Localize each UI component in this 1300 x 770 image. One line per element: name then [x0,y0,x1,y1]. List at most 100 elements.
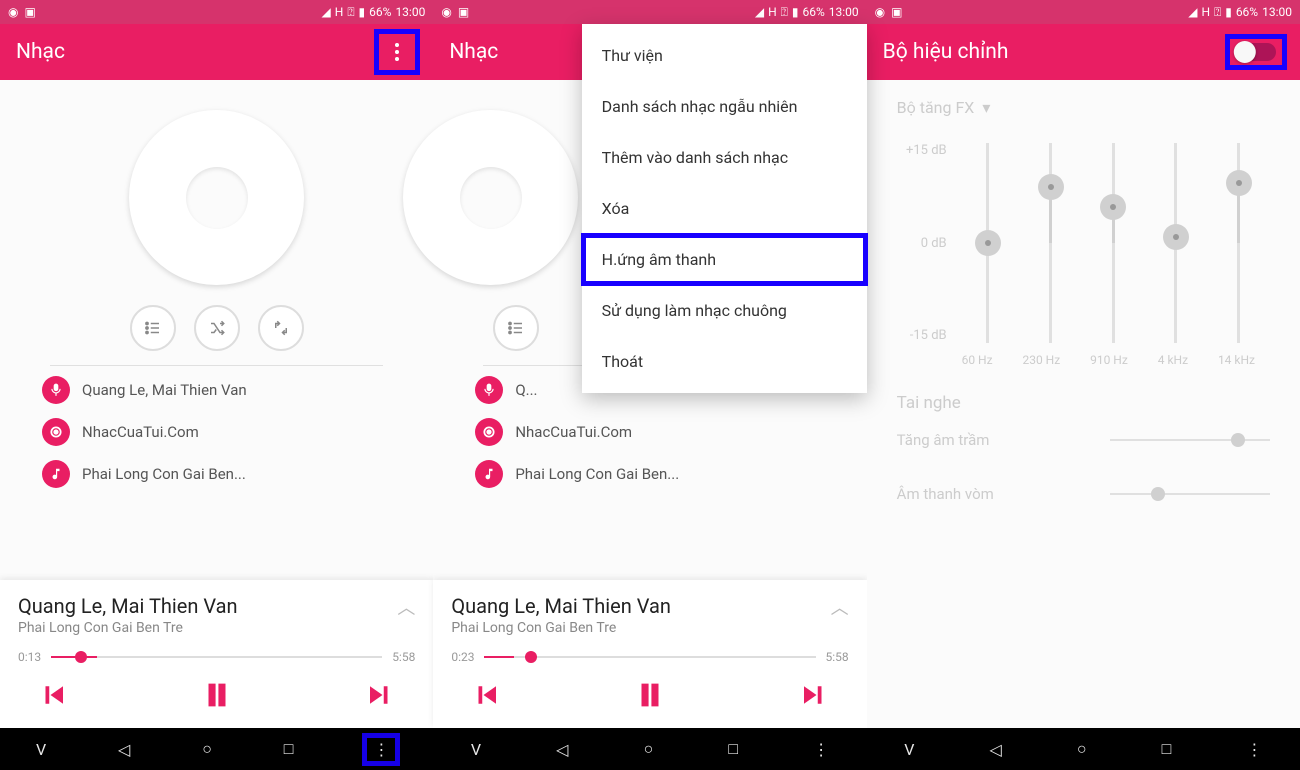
nav-down-icon[interactable]: V [471,740,481,759]
nav-bar: V ◁ ○ □ ⋮ [867,728,1300,770]
app-title: Nhạc [16,40,65,64]
app-bar: Bộ hiệu chỉnh [867,24,1300,80]
nav-more-icon[interactable]: ⋮ [1246,740,1262,759]
clock: 13:00 [1262,5,1292,19]
menu-shuffle-playlist[interactable]: Danh sách nhạc ngẫu nhiên [582,81,867,132]
signal-icon: ◢ [1188,5,1197,19]
music-note-icon [475,460,503,488]
nav-home-icon[interactable]: ○ [202,739,212,759]
pause-button[interactable] [633,678,667,716]
nav-recent-icon[interactable]: □ [728,739,738,759]
artist-label: Quang Le, Mai Thien Van [82,381,247,399]
app-title: Bộ hiệu chỉnh [883,40,1009,64]
options-menu: Thư viện Danh sách nhạc ngẫu nhiên Thêm … [582,24,867,393]
source-label: NhacCuaTui.Com [515,423,632,441]
spinner-icon: ◉ [8,5,18,19]
nav-recent-icon[interactable]: □ [284,739,294,759]
eq-frequencies: 60 Hz230 Hz910 Hz4 kHz14 kHz [897,353,1270,367]
bass-boost-label: Tăng âm trầm [897,431,990,449]
menu-sound-effect[interactable]: H.ứng âm thanh [582,234,867,285]
pause-button[interactable] [200,678,234,716]
eq-freq-label: 4 kHz [1158,353,1188,367]
nav-back-icon[interactable]: ◁ [556,740,568,759]
eq-band-slider[interactable] [1214,143,1264,343]
source-row[interactable]: NhacCuaTui.Com [42,418,391,446]
dropdown-icon: ▾ [982,98,990,117]
next-button[interactable] [799,680,829,714]
menu-set-ringtone[interactable]: Sử dụng làm nhạc chuông [582,285,867,336]
next-button[interactable] [365,680,395,714]
nav-down-icon[interactable]: V [36,740,46,759]
image-icon: ▣ [458,5,469,19]
menu-add-playlist[interactable]: Thêm vào danh sách nhạc [582,132,867,183]
spinner-icon: ◉ [441,5,451,19]
screen-player: ◉ ▣ ◢ H ⍰ ▮ 66% 13:00 Nhạc Quang Le, Mai [0,0,433,770]
fx-booster-dropdown[interactable]: Bộ tăng FX ▾ [897,98,1270,117]
repeat-button[interactable] [258,305,304,351]
network-h: H [768,5,777,19]
menu-library[interactable]: Thư viện [582,30,867,81]
shuffle-button[interactable] [194,305,240,351]
eq-freq-label: 60 Hz [962,353,993,367]
eq-enable-toggle[interactable] [1236,43,1276,61]
battery-icon: ▮ [359,5,366,19]
db-label-mid: 0 dB [897,236,947,251]
nav-home-icon[interactable]: ○ [1077,739,1087,759]
eq-band-slider[interactable] [1026,143,1076,343]
elapsed-time: 0:13 [18,650,41,664]
artist-row[interactable]: Quang Le, Mai Thien Van [42,376,391,404]
image-icon: ▣ [24,5,35,19]
more-options-button[interactable] [377,32,417,72]
screen-equalizer: ◉▣ ◢H⍰▮66%13:00 Bộ hiệu chỉnh Bộ tăng FX… [867,0,1300,770]
sim-icon: ⍰ [781,5,788,20]
battery-icon: ▮ [792,5,799,19]
signal-icon: ◢ [322,5,331,19]
prev-button[interactable] [38,680,68,714]
network-h: H [1201,5,1210,19]
mic-icon [42,376,70,404]
nav-down-icon[interactable]: V [904,740,914,759]
artist-label: Q... [515,381,537,399]
nav-more-icon[interactable]: ⋮ [813,740,829,759]
menu-exit[interactable]: Thoát [582,336,867,387]
nav-back-icon[interactable]: ◁ [118,740,130,759]
source-row[interactable]: NhacCuaTui.Com [475,418,824,446]
seek-bar[interactable] [51,656,382,658]
surround-slider[interactable] [1110,493,1270,495]
song-label: Phai Long Con Gai Ben... [82,465,246,483]
eq-band-slider[interactable] [1088,143,1138,343]
eq-band-slider[interactable] [1151,143,1201,343]
now-playing-panel: Quang Le, Mai Thien Van Phai Long Con Ga… [0,580,433,728]
song-row[interactable]: Phai Long Con Gai Ben... [42,460,391,488]
bass-boost-slider[interactable] [1110,439,1270,441]
np-subtitle: Phai Long Con Gai Ben Tre [451,620,671,636]
sim-icon: ⍰ [1214,5,1221,20]
battery-pct: 66% [369,5,391,19]
screen-player-menu: ◉▣ ◢H⍰▮66%13:00 Nhạc Thư viện Danh sách … [433,0,866,770]
nav-more-icon[interactable]: ⋮ [365,736,397,763]
nav-back-icon[interactable]: ◁ [989,740,1001,759]
now-playing-panel: Quang Le, Mai Thien Van Phai Long Con Ga… [433,580,866,728]
nav-recent-icon[interactable]: □ [1162,739,1172,759]
bass-boost-row: Tăng âm trầm [897,431,1270,449]
expand-button[interactable]: ︿ [831,594,849,620]
status-bar: ◉ ▣ ◢ H ⍰ ▮ 66% 13:00 [0,0,433,24]
nav-home-icon[interactable]: ○ [644,739,654,759]
eq-band-slider[interactable] [963,143,1013,343]
menu-delete[interactable]: Xóa [582,183,867,234]
song-label: Phai Long Con Gai Ben... [515,465,679,483]
song-row[interactable]: Phai Long Con Gai Ben... [475,460,824,488]
duration-time: 5:58 [392,650,415,664]
headphone-section: Tai nghe [897,393,1270,413]
app-bar: Nhạc [0,24,433,80]
eq-freq-label: 910 Hz [1090,353,1128,367]
seek-bar[interactable] [484,656,815,658]
expand-button[interactable]: ︿ [397,594,415,620]
eq-freq-label: 230 Hz [1022,353,1060,367]
db-label-high: +15 dB [897,143,947,158]
eq-toggle-wrap [1228,37,1284,67]
queue-button[interactable] [493,305,539,351]
prev-button[interactable] [471,680,501,714]
clock: 13:00 [395,5,425,19]
queue-button[interactable] [130,305,176,351]
